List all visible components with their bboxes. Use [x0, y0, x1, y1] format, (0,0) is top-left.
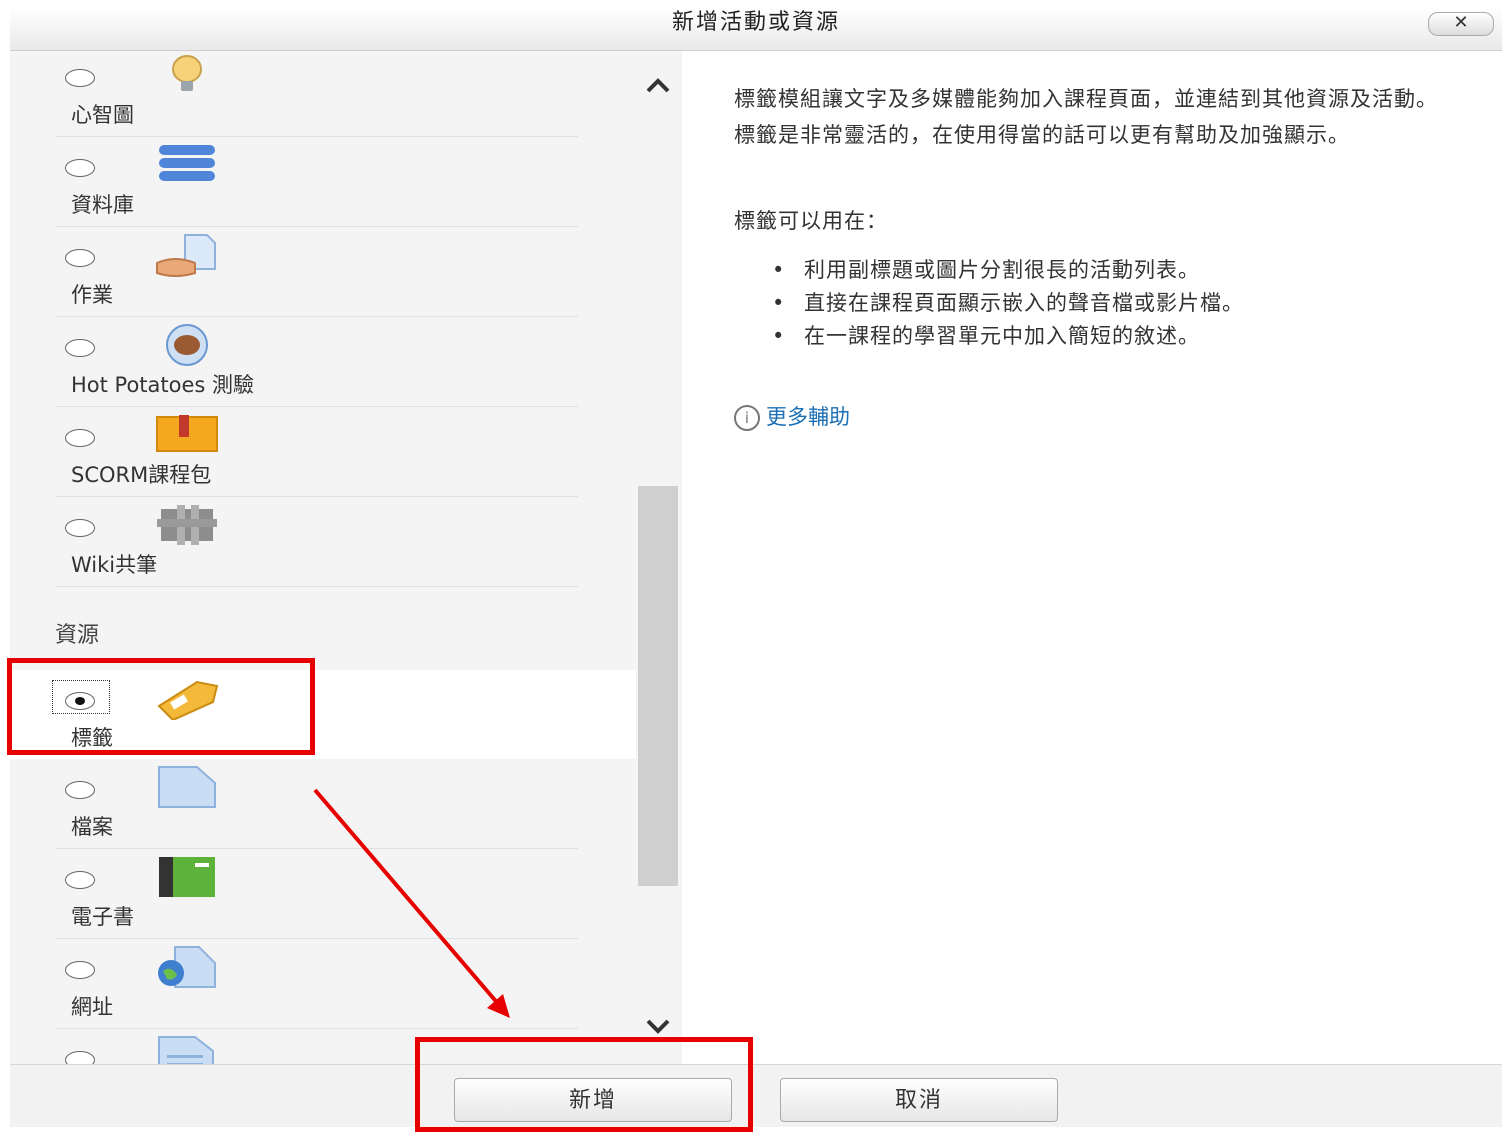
annotation-arrow: [313, 788, 510, 1018]
